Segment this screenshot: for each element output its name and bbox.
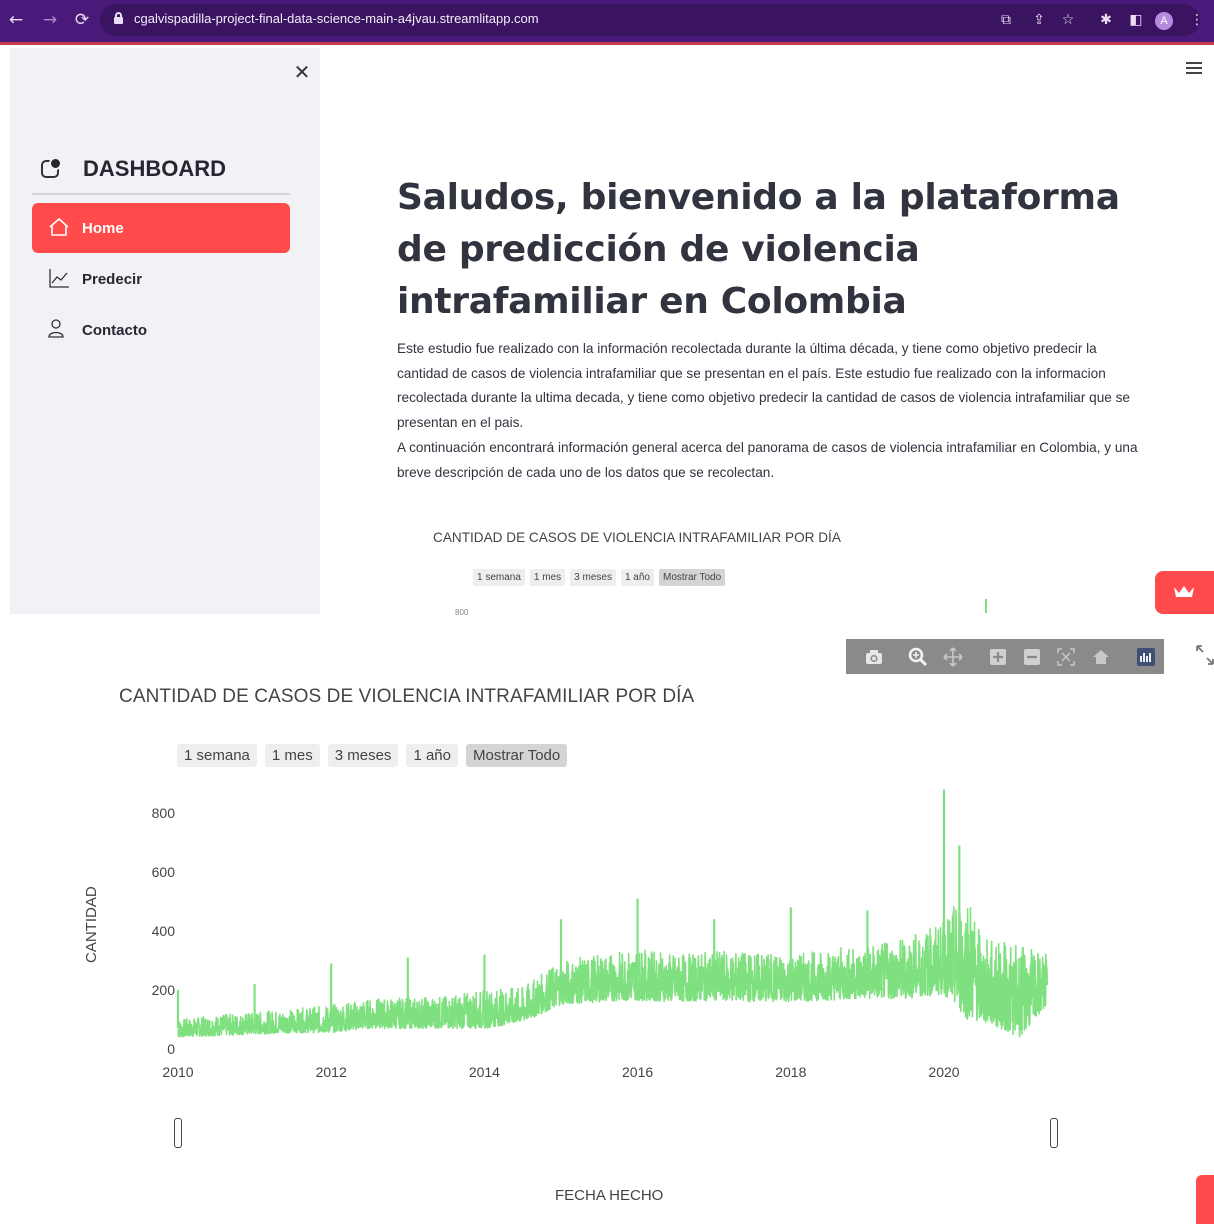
y-tick-label: 200 xyxy=(152,982,176,998)
reset-axes-icon[interactable] xyxy=(1091,647,1111,667)
autoscale-icon[interactable] xyxy=(1056,647,1076,667)
y-tick-label: 400 xyxy=(152,923,176,939)
range-button-1-semana[interactable]: 1 semana xyxy=(473,569,525,586)
pan-icon[interactable] xyxy=(943,647,963,667)
url-text[interactable]: cgalvispadilla-project-final-data-scienc… xyxy=(134,11,539,26)
small-range-selector: 1 semana 1 mes 3 meses 1 año Mostrar Tod… xyxy=(473,569,726,586)
range-selector: 1 semana 1 mes 3 meses 1 año Mostrar Tod… xyxy=(177,744,568,767)
person-icon xyxy=(48,319,64,338)
x-tick-label: 2020 xyxy=(928,1064,959,1080)
lock-icon xyxy=(114,12,123,24)
range-button-3-meses[interactable]: 3 meses xyxy=(570,569,616,586)
side-panel-icon[interactable]: ◧ xyxy=(1128,12,1144,28)
camera-icon[interactable] xyxy=(864,647,884,667)
home-icon xyxy=(49,217,69,236)
profile-avatar[interactable]: A xyxy=(1155,12,1173,30)
sidebar-item-contacto[interactable]: Contacto xyxy=(32,305,290,355)
sidebar-item-label: Home xyxy=(82,220,124,237)
intro-text: Este estudio fue realizado con la inform… xyxy=(397,337,1147,485)
zoom-out-icon[interactable] xyxy=(1022,647,1042,667)
range-button-1-ano[interactable]: 1 año xyxy=(620,569,654,586)
sidebar-title: DASHBOARD xyxy=(83,156,226,181)
plotly-logo-icon[interactable] xyxy=(1136,647,1156,667)
y-tick-label: 0 xyxy=(167,1041,175,1057)
page-title: Saludos, bienvenido a la plataforma de p… xyxy=(397,177,1120,322)
x-tick-label: 2012 xyxy=(316,1064,347,1080)
sidebar-item-predecir[interactable]: Predecir xyxy=(32,254,290,304)
forward-icon[interactable]: → xyxy=(40,10,60,30)
share-icon[interactable]: ⇪ xyxy=(1031,12,1047,28)
back-icon[interactable]: ← xyxy=(6,10,26,30)
series-line xyxy=(177,906,1048,1038)
range-button-mostrar-todo[interactable]: Mostrar Todo xyxy=(658,569,726,586)
range-button-1-mes[interactable]: 1 mes xyxy=(264,744,320,767)
crown-icon xyxy=(1174,586,1194,597)
chart-title: CANTIDAD DE CASOS DE VIOLENCIA INTRAFAMI… xyxy=(119,686,695,707)
y-tick-label: 800 xyxy=(152,805,176,821)
small-y-tick: 800 xyxy=(455,608,469,617)
line-chart-icon xyxy=(49,269,69,288)
streamlit-corner-tab[interactable] xyxy=(1196,1175,1214,1224)
range-button-1-semana[interactable]: 1 semana xyxy=(177,744,257,767)
line-chart[interactable]: 0 200 400 600 800 2010 2012 2014 2016 2018 2020 xyxy=(0,780,1214,1110)
translate-icon[interactable]: ⧉ xyxy=(998,12,1014,28)
main-menu-icon[interactable] xyxy=(1186,62,1202,74)
x-axis-title: FECHA HECHO xyxy=(555,1187,664,1204)
range-button-mostrar-todo[interactable]: Mostrar Todo xyxy=(465,744,568,767)
divider xyxy=(32,193,290,195)
range-slider-right-handle[interactable] xyxy=(1050,1118,1058,1148)
streamlit-badge[interactable] xyxy=(1155,571,1214,614)
kebab-menu-icon[interactable]: ⋮ xyxy=(1189,12,1205,28)
range-button-1-ano[interactable]: 1 año xyxy=(406,744,458,767)
sidebar-item-label: Contacto xyxy=(82,322,147,339)
zoom-in-icon[interactable] xyxy=(988,647,1008,667)
intro-paragraph-2: A continuación encontrará información ge… xyxy=(397,439,1138,480)
intro-paragraph-1: Este estudio fue realizado con la inform… xyxy=(397,341,1130,431)
small-chart-title: CANTIDAD DE CASOS DE VIOLENCIA INTRAFAMI… xyxy=(433,530,841,545)
sidebar: ✕ DASHBOARD Home Predecir Contacto xyxy=(10,48,320,614)
x-tick-label: 2018 xyxy=(775,1064,806,1080)
zoom-icon[interactable] xyxy=(908,647,928,667)
sidebar-item-home[interactable]: Home xyxy=(32,203,290,253)
star-icon[interactable]: ☆ xyxy=(1060,12,1076,28)
chart-modebar xyxy=(846,639,1164,674)
range-button-1-mes[interactable]: 1 mes xyxy=(529,569,566,586)
x-tick-label: 2010 xyxy=(162,1064,193,1080)
extensions-icon[interactable]: ✱ xyxy=(1098,12,1114,28)
dashboard-icon xyxy=(41,157,62,178)
y-axis-label: CANTIDAD xyxy=(83,886,100,963)
reload-icon[interactable]: ⟳ xyxy=(72,10,92,30)
close-sidebar-icon[interactable]: ✕ xyxy=(292,60,312,84)
range-button-3-meses[interactable]: 3 meses xyxy=(327,744,399,767)
sidebar-item-label: Predecir xyxy=(82,271,143,288)
x-tick-label: 2016 xyxy=(622,1064,653,1080)
x-tick-label: 2014 xyxy=(469,1064,500,1080)
range-slider-left-handle[interactable] xyxy=(174,1118,182,1148)
fullscreen-icon[interactable] xyxy=(1196,645,1214,665)
small-chart-spike xyxy=(985,599,987,613)
browser-toolbar: ← → ⟳ cgalvispadilla-project-final-data-… xyxy=(0,0,1214,45)
y-tick-label: 600 xyxy=(152,864,176,880)
